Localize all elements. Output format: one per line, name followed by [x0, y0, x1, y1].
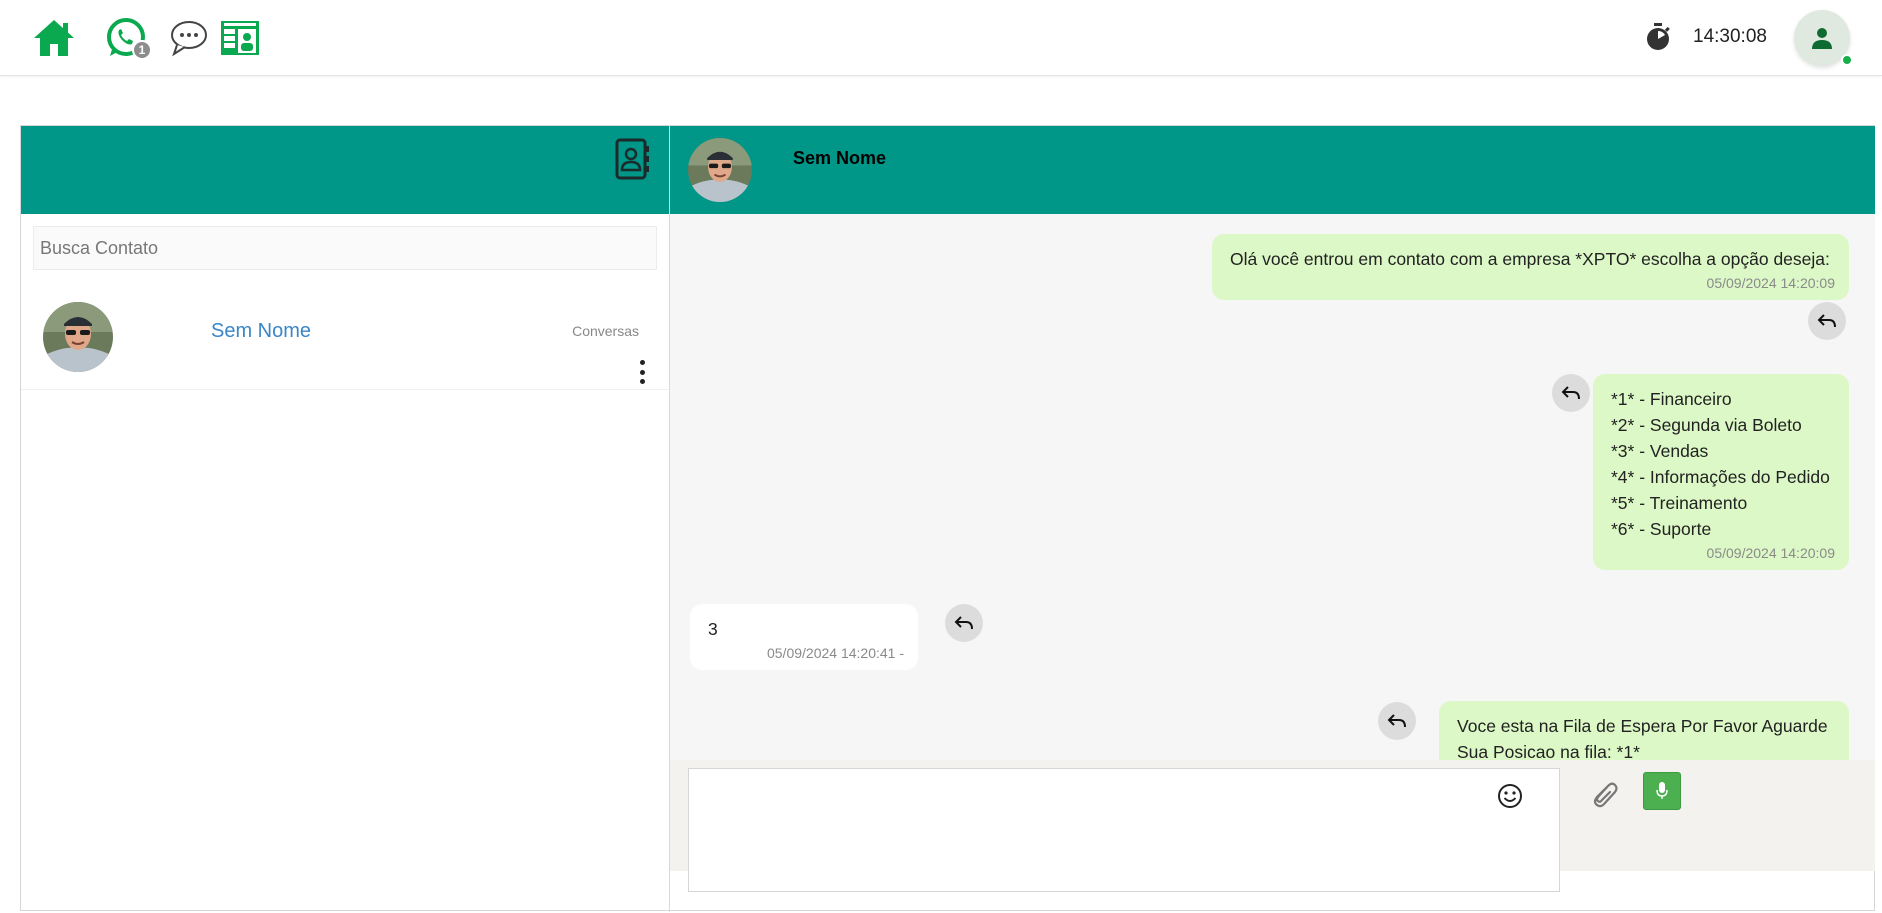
home-icon[interactable] — [32, 16, 76, 60]
contact-name: Sem Nome — [211, 320, 312, 342]
contacts-header — [21, 126, 669, 214]
message-line: *4* - Informações do Pedido — [1611, 467, 1830, 487]
message-incoming: 3 05/09/2024 14:20:41 - — [690, 604, 918, 670]
message-input[interactable] — [688, 768, 1560, 892]
contact-search-input[interactable] — [33, 226, 657, 270]
whatsapp-icon[interactable]: 1 — [104, 16, 152, 60]
whatsapp-badge: 1 — [132, 40, 152, 60]
message-composer — [670, 760, 1875, 892]
message-time: 05/09/2024 14:20:09 — [1706, 275, 1835, 291]
contact-avatar — [43, 302, 113, 372]
contact-card-icon[interactable] — [218, 16, 262, 60]
message-outgoing: *1* - Financeiro *2* - Segunda via Bolet… — [1593, 374, 1849, 570]
reply-icon[interactable] — [1378, 702, 1416, 740]
message-text: Olá você entrou em contato com a empresa… — [1230, 249, 1830, 269]
clock-time: 14:30:08 — [1693, 26, 1767, 47]
user-icon — [1812, 28, 1832, 49]
contact-list-item[interactable]: Sem Nome Conversas — [21, 290, 669, 390]
chat-contact-avatar[interactable] — [688, 138, 752, 202]
address-book-icon[interactable] — [613, 138, 651, 180]
message-text: 3 — [708, 619, 718, 639]
message-time: 05/09/2024 14:20:41 - — [766, 645, 904, 661]
message-line: *3* - Vendas — [1611, 441, 1709, 461]
chat-panel: Sem Nome Conversas Sem Nome Olá você ent… — [20, 125, 1875, 912]
reply-icon[interactable] — [1808, 302, 1846, 340]
message-line: *5* - Treinamento — [1611, 493, 1748, 513]
contact-tag: Conversas — [572, 323, 639, 339]
contact-options-icon[interactable] — [637, 360, 647, 384]
message-outgoing: Olá você entrou em contato com a empresa… — [1212, 234, 1849, 300]
emoji-icon[interactable] — [1497, 783, 1523, 809]
reply-icon[interactable] — [1552, 374, 1590, 412]
attach-icon[interactable] — [1587, 777, 1621, 811]
stopwatch-icon — [1647, 23, 1670, 50]
microphone-button[interactable] — [1643, 772, 1681, 810]
message-line: Voce esta na Fila de Espera Por Favor Ag… — [1457, 716, 1828, 736]
message-line: *1* - Financeiro — [1611, 389, 1732, 409]
reply-icon[interactable] — [945, 604, 983, 642]
chat-header: Sem Nome — [670, 126, 1875, 214]
user-avatar-button[interactable] — [1794, 10, 1853, 66]
message-line: *6* - Suporte — [1611, 519, 1712, 539]
chat-bubble-icon[interactable] — [167, 16, 211, 60]
message-line: Sua Posicao na fila: *1* — [1457, 742, 1640, 760]
message-line: *2* - Segunda via Boleto — [1611, 415, 1802, 435]
top-bar: 1 14:30:08 — [0, 0, 1882, 76]
chat-contact-name: Sem Nome — [793, 148, 887, 168]
message-outgoing: Voce esta na Fila de Espera Por Favor Ag… — [1439, 701, 1849, 760]
message-list[interactable]: Olá você entrou em contato com a empresa… — [670, 214, 1875, 760]
microphone-icon — [1656, 782, 1668, 799]
message-time: 05/09/2024 14:20:09 — [1706, 545, 1835, 561]
online-status-dot — [1841, 54, 1853, 66]
